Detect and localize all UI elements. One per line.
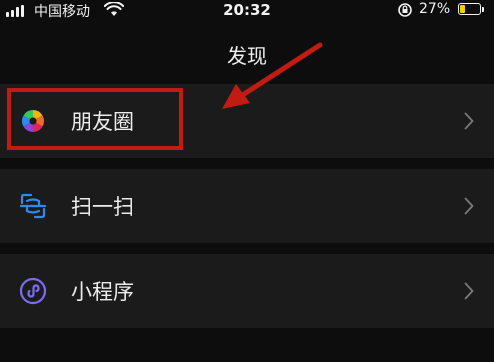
rotation-lock-icon	[398, 3, 412, 17]
chevron-right-icon	[464, 282, 474, 300]
wechat-discover-screen: 中国移动 20:32 27% 发现 朋友圈 扫一扫 小程序	[0, 0, 494, 362]
chevron-right-icon	[464, 112, 474, 130]
moments-icon	[22, 110, 44, 132]
battery-cap	[482, 7, 484, 12]
menu-item-label: 小程序	[71, 280, 134, 304]
battery-level-fill	[460, 5, 465, 13]
mini-program-icon	[19, 277, 47, 305]
menu-item-label: 朋友圈	[71, 110, 134, 134]
menu-item-mini-programs[interactable]: 小程序	[0, 254, 494, 328]
menu-item-label: 扫一扫	[71, 195, 134, 219]
page-title: 发现	[227, 44, 267, 68]
menu-item-scan[interactable]: 扫一扫	[0, 169, 494, 243]
scan-icon	[19, 193, 47, 219]
chevron-right-icon	[464, 197, 474, 215]
battery-icon	[458, 3, 481, 15]
battery-percent: 27%	[419, 1, 451, 17]
menu-item-moments[interactable]: 朋友圈	[0, 84, 494, 158]
status-bar: 中国移动 20:32 27%	[0, 0, 494, 22]
